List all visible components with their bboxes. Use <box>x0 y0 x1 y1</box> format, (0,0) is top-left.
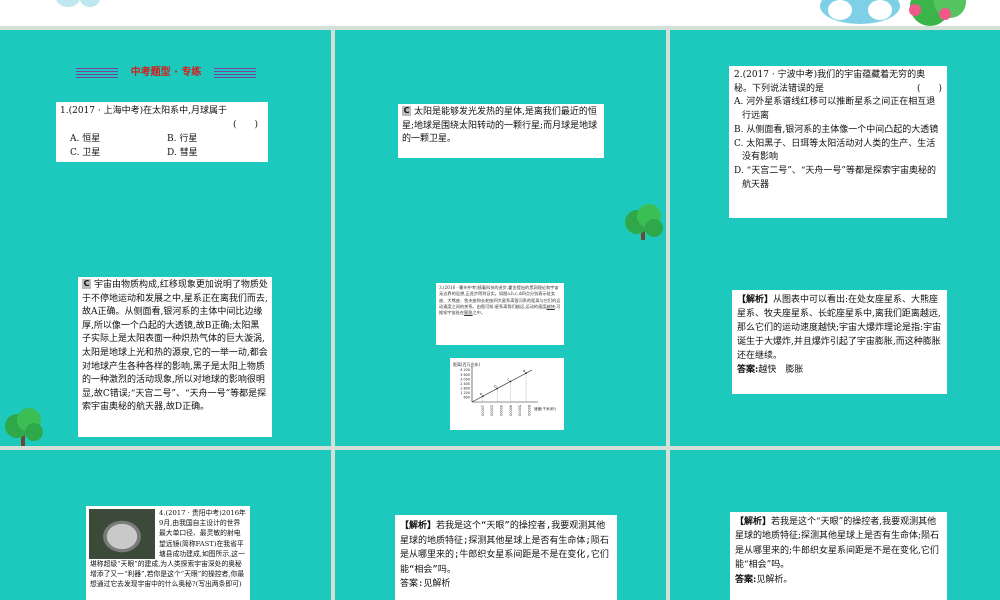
answer-label: 答案: <box>737 365 759 375</box>
y-tick-label: 1 800 <box>460 386 470 390</box>
answer-blank-2: 膨胀 <box>464 310 473 316</box>
y-tick-label: 3 000 <box>460 377 470 381</box>
analysis-card: 【解析】从图表中可以看出:在处女座星系、大熊座星系、牧夫座星系、长蛇座星系中,离… <box>732 290 947 394</box>
answer-card: C 太阳是能够发光发热的星体,是离我们最近的恒星;地球是围绕太阳转动的一颗行星;而… <box>398 104 604 158</box>
question-text: 1.(2017 · 上海中考)在太阳系中,月球属于 <box>60 106 227 116</box>
slide-9[interactable]: 【解析】若我是这个“天眼”的操控者,我要观测其他星球的地质特征;探测其他星球上是… <box>670 450 1000 600</box>
answer-text: 见解析。 <box>756 574 793 585</box>
slide-2[interactable]: C 太阳是能够发光发热的星体,是离我们最近的恒星;地球是围绕太阳转动的一颗行星;而… <box>335 30 666 242</box>
y-tick-label: 1 200 <box>460 391 470 395</box>
section-banner: 中考题型 · 专练 <box>76 66 256 80</box>
question-card: 3.(2016 · 衢州中考)随着科技的进步,霍金提出的黑洞理论和宇宙无边界的设… <box>436 283 564 345</box>
chart-svg: 距离(百万光年)4 2003 6003 0002 4001 8001 20060… <box>453 361 557 416</box>
answer-blank: ( ) <box>232 120 258 130</box>
answer-badge: C <box>402 106 411 116</box>
data-point <box>525 372 527 375</box>
y-tick-label: 2 400 <box>460 382 470 386</box>
data-point <box>481 395 484 398</box>
x-tick-label: 40000 <box>508 405 512 416</box>
slide-3[interactable]: 2.(2017 · 宁波中考)我们的宇宙蕴藏着无穷的奥秘。下列说法错误的是( )… <box>670 30 1000 242</box>
option-a: A. 河外星系谱线红移可以推断星系之间正在相互退行远离 <box>734 97 936 122</box>
analysis-card: 【解析】若我是这个“天眼”的操控者,我要观测其他星球的地质特征;探测其他星球上是… <box>395 515 617 600</box>
x-tick-label: 20000 <box>490 405 494 416</box>
slide-1[interactable]: 中考题型 · 专练 1.(2017 · 上海中考)在太阳系中,月球属于 ( ) … <box>0 30 331 242</box>
answer-blank: ( ) <box>916 83 942 94</box>
option-c: C. 卫星 <box>70 148 101 158</box>
answer-blank-1: 越快 <box>546 303 555 309</box>
answer-card: C 宇宙由物质构成,红移现象更加说明了物质处于不停地运动和发展之中,星系正在离我们… <box>78 277 272 437</box>
data-point <box>509 380 512 383</box>
option-b: B. 从侧面看,银河系的主体像一个中间凸起的大透镜 <box>734 124 939 135</box>
y-axis-label: 距离(百万光年) <box>453 361 481 367</box>
question-text: 3.(2016 · 衢州中考)随着科技的进步,霍金提出的黑洞理论和宇宙无边界的设… <box>439 285 561 309</box>
slide-4[interactable]: C 宇宙由物质构成,红移现象更加说明了物质处于不停地运动和发展之中,星系正在离我们… <box>0 240 331 446</box>
x-tick-label: 30000 <box>499 405 503 416</box>
x-axis-label: 速度(千米/秒) <box>534 406 557 411</box>
answer-badge: C <box>82 279 91 289</box>
answer-explanation: 太阳是能够发光发热的星体,是离我们最近的恒星;地球是围绕太阳转动的一颗行星;而月… <box>402 107 598 144</box>
question-card: 2.(2017 · 宁波中考)我们的宇宙蕴藏着无穷的奥秘。下列说法错误的是( )… <box>729 66 947 218</box>
y-tick-label: 4 200 <box>460 368 470 372</box>
answer-label: 答案: <box>735 574 757 585</box>
option-d: D. “天宫二号”、“天舟一号”等都是探索宇宙奥秘的航天器 <box>734 165 937 190</box>
slide-6[interactable]: 【解析】从图表中可以看出:在处女座星系、大熊座星系、牧夫座星系、长蛇座星系中,离… <box>670 240 1000 446</box>
question-card: 1.(2017 · 上海中考)在太阳系中,月球属于 ( ) A. 恒星 B. 行星… <box>56 102 268 162</box>
fast-telescope-photo <box>89 509 155 559</box>
option-a: A. 恒星 <box>70 134 101 144</box>
question-text: 2.(2017 · 宁波中考)我们的宇宙蕴藏着无穷的奥秘。下列说法错误的是 <box>734 70 926 94</box>
x-tick-label: 10000 <box>480 405 484 416</box>
slide-8[interactable]: 【解析】若我是这个“天眼”的操控者,我要观测其他星球的地质特征;探测其他星球上是… <box>335 450 666 600</box>
trend-line <box>471 369 533 403</box>
section-banner-title: 中考题型 · 专练 <box>130 67 202 78</box>
x-tick-label: 50000 <box>518 405 522 416</box>
y-tick-label: 3 600 <box>460 373 470 377</box>
answer-explanation: 宇宙由物质构成,红移现象更加说明了物质处于不停地运动和发展之中,星系正在离我们而… <box>82 280 268 413</box>
tree-icon <box>5 408 43 446</box>
slide-7[interactable]: 4.(2017 · 贵阳中考)2016年9月,由我国自主设计的世界最大单口径、最… <box>0 450 331 600</box>
option-b: B. 行星 <box>167 134 198 144</box>
question-card: 4.(2017 · 贵阳中考)2016年9月,由我国自主设计的世界最大单口径、最… <box>86 506 250 600</box>
option-c: C. 太阳黑子、日珥等太阳活动对人类的生产、生活没有影响 <box>734 138 936 163</box>
y-tick-label: 600 <box>464 396 470 400</box>
option-d: D. 彗星 <box>167 148 198 158</box>
slide-5[interactable]: 3.(2016 · 衢州中考)随着科技的进步,霍金提出的黑洞理论和宇宙无边界的设… <box>335 240 666 446</box>
answer-text: 答案:见解析 <box>400 579 451 590</box>
data-point <box>496 387 499 390</box>
analysis-label: 【解析】 <box>400 521 437 531</box>
point-label: d <box>523 369 525 373</box>
tree-icon <box>625 204 663 242</box>
x-tick-label: 60000 <box>527 405 531 416</box>
question-tail-2: 之中。 <box>472 310 486 316</box>
point-label: c <box>507 378 509 382</box>
analysis-card: 【解析】若我是这个“天眼”的操控者,我要观测其他星球的地质特征;探测其他星球上是… <box>730 512 947 600</box>
analysis-label: 【解析】 <box>735 517 772 527</box>
distance-velocity-chart: 距离(百万光年) 4 200 3 600 3 000 2 400 1 800 1 200 60… <box>450 358 564 430</box>
cloud-decoration <box>56 0 966 26</box>
answer-text: 越快 膨胀 <box>758 365 804 375</box>
top-decoration-strip <box>0 0 1000 26</box>
analysis-label: 【解析】 <box>737 295 774 305</box>
point-label: a <box>480 392 482 396</box>
